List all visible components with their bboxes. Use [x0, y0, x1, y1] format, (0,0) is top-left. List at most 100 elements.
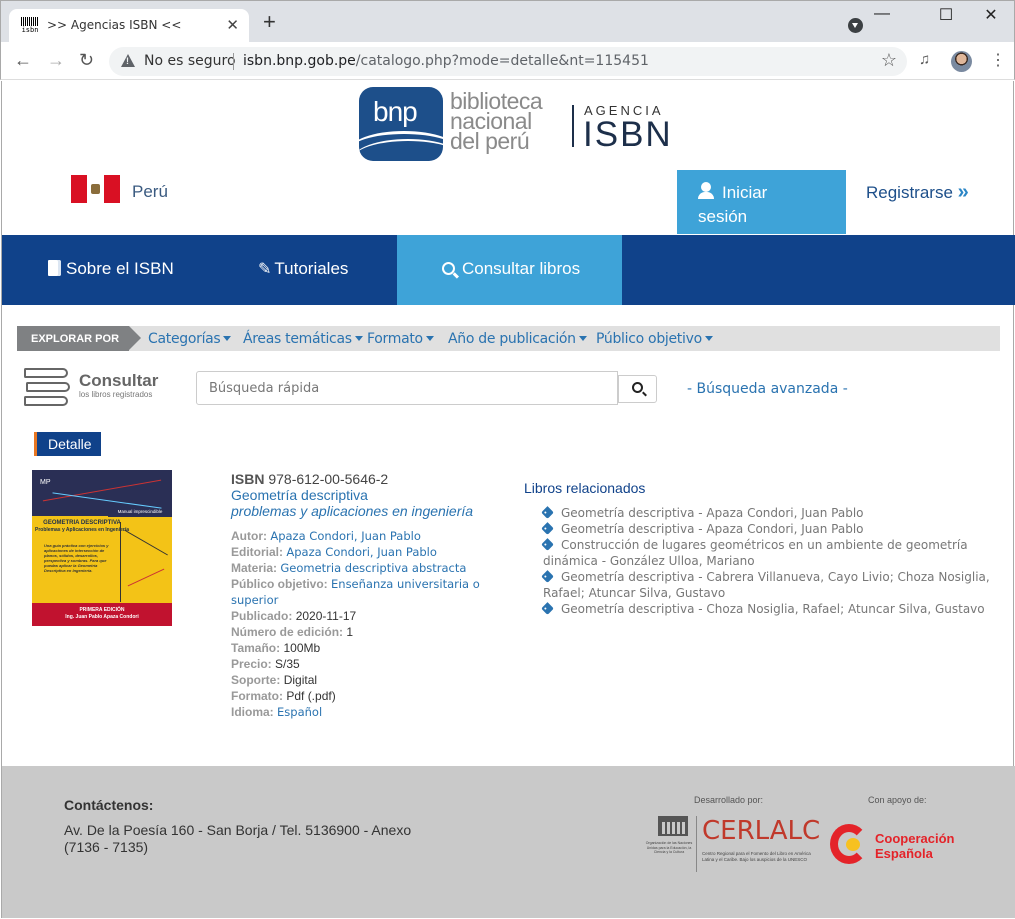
book-subtitle: problemas y aplicaciones en ingeniería: [231, 503, 474, 519]
menu-kebab-icon[interactable]: ⋮: [990, 50, 1006, 70]
related-book-item[interactable]: Construcción de lugares geométricos en u…: [541, 537, 1003, 569]
size-value: 100Mb: [283, 641, 321, 655]
pencil-icon: ✎: [258, 261, 272, 278]
address-bar: ← → ↻ No es seguro isbn.bnp.gob.pe/catal…: [0, 42, 1015, 80]
tab-title: >> Agencias ISBN <<: [47, 18, 182, 32]
bnp-logo-mark: bnp: [359, 87, 443, 161]
tag-icon: [541, 506, 554, 519]
url-text[interactable]: isbn.bnp.gob.pe/catalogo.php?mode=detall…: [243, 53, 649, 69]
browser-tab[interactable]: isbn >> Agencias ISBN << ✕: [9, 9, 249, 43]
nav-sobre-isbn[interactable]: Sobre el ISBN: [48, 235, 174, 305]
explore-categorias[interactable]: Categorías: [148, 331, 232, 347]
explore-anio[interactable]: Año de publicación: [448, 331, 587, 347]
cerlalc-logo[interactable]: CERLALC: [702, 816, 820, 846]
related-book-item[interactable]: Geometría descriptiva - Apaza Condori, J…: [541, 505, 1003, 521]
caret-down-icon: [223, 336, 232, 341]
nav-label: Tutoriales: [274, 259, 349, 278]
login-label-1: Iniciar: [722, 183, 768, 202]
book-icon: [48, 260, 61, 276]
window-close-icon[interactable]: ✕: [976, 5, 1006, 25]
cooperacion-espanola-logo-icon[interactable]: [830, 824, 868, 864]
logo-wordmark: biblioteca nacional del perú: [450, 88, 543, 154]
book-cover[interactable]: MP Manual imprescindible GEOMETRIA DESCR…: [32, 470, 172, 626]
login-label-2: sesión: [698, 207, 748, 226]
unesco-logo[interactable]: Organización de las Naciones Unidas para…: [642, 816, 696, 876]
caret-down-icon: [354, 336, 363, 341]
publisher-link[interactable]: Apaza Condori, Juan Pablo: [286, 545, 437, 559]
tag-icon: [541, 602, 554, 615]
country-label: Perú: [132, 182, 168, 201]
search-icon: [632, 382, 643, 393]
nav-label: Sobre el ISBN: [66, 259, 174, 278]
forward-icon[interactable]: →: [47, 50, 65, 71]
explore-label: EXPLORAR POR: [17, 326, 141, 351]
reload-icon[interactable]: ↻: [79, 50, 94, 71]
cooperacion-espanola-text[interactable]: Cooperación Española: [875, 831, 954, 861]
new-tab-icon[interactable]: +: [263, 11, 276, 33]
omnibox[interactable]: No es seguro isbn.bnp.gob.pe/catalogo.ph…: [109, 47, 907, 76]
search-button[interactable]: [618, 375, 657, 403]
nav-tutoriales[interactable]: ✎ Tutoriales: [258, 235, 348, 305]
browser-tab-bar: isbn >> Agencias ISBN << ✕ + — ☐ ✕: [0, 0, 1015, 43]
format-value: Pdf (.pdf): [286, 689, 336, 703]
user-icon: [698, 182, 714, 199]
book-title: Geometría descriptiva: [231, 487, 368, 503]
footer: Contáctenos: Av. De la Poesía 160 - San …: [2, 766, 1015, 918]
subject-link[interactable]: Geometria descriptiva abstracta: [280, 561, 466, 575]
tag-icon: [541, 522, 554, 535]
explore-areas[interactable]: Áreas temáticas: [243, 331, 363, 347]
language-link[interactable]: Español: [277, 705, 322, 719]
minimize-icon[interactable]: —: [867, 5, 897, 23]
tab-close-icon[interactable]: ✕: [226, 16, 239, 34]
price-value: S/35: [275, 657, 300, 671]
tab-search-icon[interactable]: [848, 18, 863, 33]
isbn-wordmark: ISBN: [583, 115, 673, 154]
register-label: Registrarse: [866, 183, 953, 202]
related-book-item[interactable]: Geometría descriptiva - Choza Nosiglia, …: [541, 601, 1003, 617]
warning-icon[interactable]: [121, 54, 135, 67]
peru-flag-icon: [71, 175, 120, 203]
isbn-line: ISBN 978-612-00-5646-2: [231, 471, 389, 487]
consult-title: Consultar: [79, 371, 159, 390]
media-control-icon[interactable]: ♫: [919, 51, 930, 68]
caret-down-icon: [425, 336, 434, 341]
nav-consultar-libros[interactable]: Consultar libros: [397, 235, 622, 305]
author-link[interactable]: Apaza Condori, Juan Pablo: [270, 529, 421, 543]
related-book-item[interactable]: Geometría descriptiva - Cabrera Villanue…: [541, 569, 1003, 601]
profile-avatar[interactable]: [951, 51, 972, 72]
maximize-icon[interactable]: ☐: [931, 5, 961, 25]
contact-address: Av. De la Poesía 160 - San Borja / Tel. …: [64, 822, 412, 855]
search-icon: [442, 262, 455, 275]
caret-down-icon: [704, 336, 713, 341]
explore-bar: EXPLORAR POR Categorías Áreas temáticas …: [17, 326, 1000, 351]
double-chevron-right-icon: »: [957, 181, 969, 203]
bookmark-star-icon[interactable]: ☆: [881, 50, 897, 71]
tag-icon: [541, 570, 554, 583]
support-value: Digital: [283, 673, 318, 687]
related-book-item[interactable]: Geometría descriptiva - Apaza Condori, J…: [541, 521, 1003, 537]
register-link[interactable]: Registrarse »: [866, 181, 969, 204]
contact-title: Contáctenos:: [64, 797, 154, 813]
page-content: bnp biblioteca nacional del perú AGENCIA…: [1, 81, 1015, 918]
login-button[interactable]: Iniciar sesión: [677, 170, 846, 234]
detail-tab: Detalle: [34, 432, 101, 456]
developed-by-label: Desarrollado por:: [694, 795, 764, 805]
published-value: 2020-11-17: [295, 609, 357, 623]
book-fields: Autor: Apaza Condori, Juan Pablo Editori…: [231, 529, 480, 719]
back-icon[interactable]: ←: [14, 50, 32, 71]
explore-formato[interactable]: Formato: [367, 331, 434, 347]
logo-separator: [696, 816, 697, 872]
isbn-number: 978-612-00-5646-2: [268, 471, 389, 487]
tag-icon: [541, 538, 554, 551]
security-label[interactable]: No es seguro: [144, 53, 236, 69]
cerlalc-subtitle: Centro Regional para el Fomento del Libr…: [702, 851, 811, 862]
url-separator: [233, 53, 234, 70]
isbn-favicon-icon: isbn: [21, 17, 39, 35]
explore-publico[interactable]: Público objetivo: [596, 331, 713, 347]
consult-subtitle: los libros registrados: [79, 390, 153, 399]
nav-label: Consultar libros: [462, 259, 581, 278]
main-nav: Sobre el ISBN ✎ Tutoriales Consultar libr…: [2, 235, 1015, 305]
related-books-title: Libros relacionados: [524, 480, 646, 496]
advanced-search-link[interactable]: - Búsqueda avanzada -: [687, 381, 848, 397]
quick-search-input[interactable]: [196, 371, 618, 405]
